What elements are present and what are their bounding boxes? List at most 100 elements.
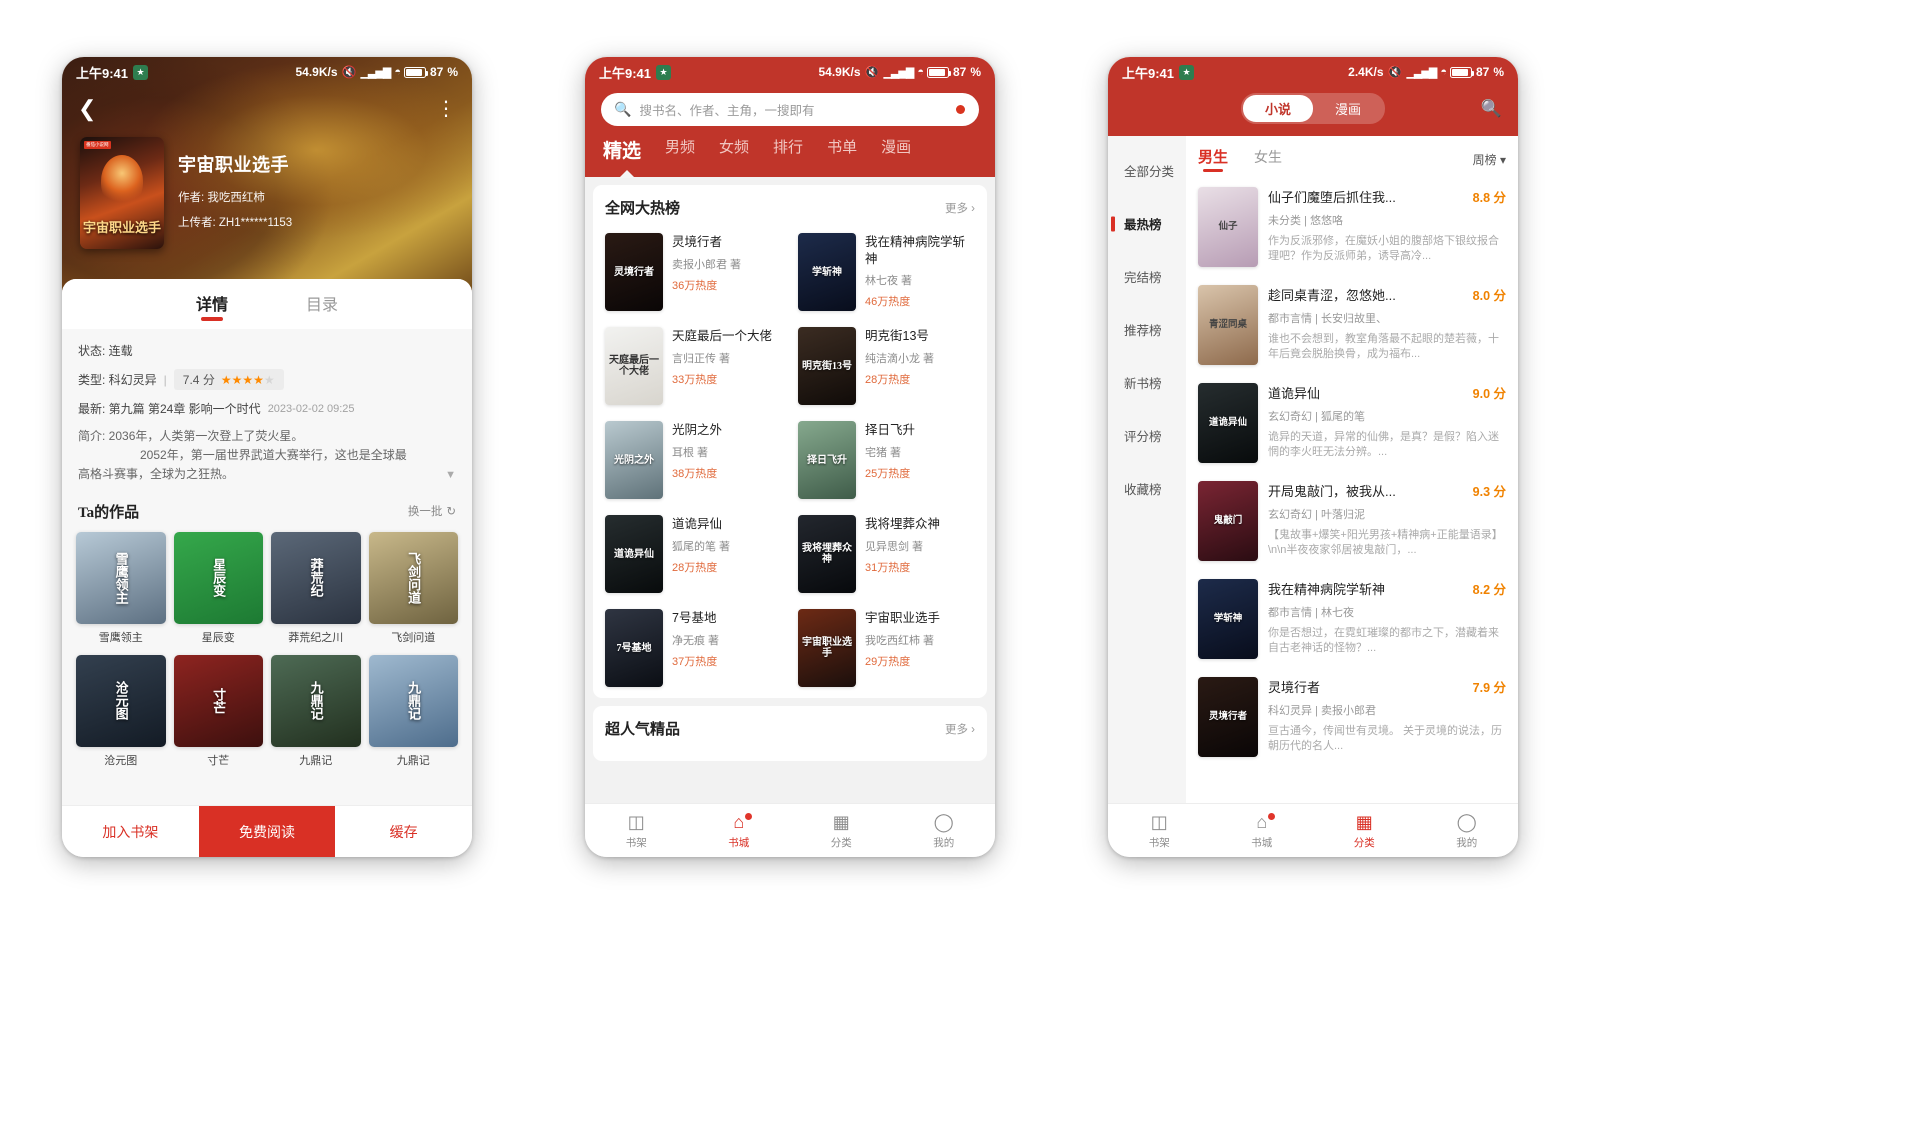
hot-book-item[interactable]: 择日飞升 择日飞升 宅猪 著 25万热度	[798, 416, 975, 504]
hot-book-item[interactable]: 我将埋葬众神 我将埋葬众神 见异思剑 著 31万热度	[798, 510, 975, 598]
work-cover[interactable]: 九鼎记	[368, 654, 458, 747]
bookstore-tab-2[interactable]: 女频	[719, 136, 749, 167]
work-item[interactable]: 沧元图 沧元图	[76, 654, 166, 768]
book-cover[interactable]: 番茄小说网 宇宙职业选手	[80, 137, 164, 249]
work-item[interactable]: 飞剑问道 飞剑问道	[368, 531, 458, 645]
work-item[interactable]: 九鼎记 九鼎记	[368, 654, 458, 768]
book-cover[interactable]: 灵境行者	[605, 233, 663, 311]
hot-book-item[interactable]: 道诡异仙 道诡异仙 狐尾的笔 著 28万热度	[605, 510, 782, 598]
hot-book-item[interactable]: 天庭最后一个大佬 天庭最后一个大佬 言归正传 著 33万热度	[605, 322, 782, 410]
book-cover[interactable]: 择日飞升	[798, 421, 856, 499]
segment-novel[interactable]: 小说	[1242, 95, 1313, 122]
book-cover[interactable]: 7号基地	[605, 609, 663, 687]
ranking-list-item[interactable]: 灵境行者 灵境行者 7.9 分科幻灵异 | 卖报小郎君 亘古通今，传闻世有灵境。 关于…	[1186, 668, 1518, 766]
tab-male[interactable]: 男生	[1198, 146, 1228, 172]
ranking-list-item[interactable]: 青涩同桌 趁同桌青涩，忽悠她... 8.0 分都市言情 | 长安归故里、 谁也不会想到…	[1186, 276, 1518, 374]
book-cover[interactable]: 仙子	[1198, 187, 1258, 267]
bookstore-tab-4[interactable]: 书单	[827, 136, 857, 167]
hot-book-item[interactable]: 灵境行者 灵境行者 卖报小郎君 著 36万热度	[605, 228, 782, 316]
work-cover[interactable]: 沧元图	[76, 654, 166, 747]
hot-book-item[interactable]: 明克街13号 明克街13号 纯洁滴小龙 著 28万热度	[798, 322, 975, 410]
tab-details[interactable]: 详情	[196, 291, 228, 321]
sidebar-item-完结榜[interactable]: 完结榜	[1108, 250, 1186, 303]
book-cover[interactable]: 明克街13号	[798, 327, 856, 405]
book-author: 狐尾的笔 著	[672, 540, 731, 553]
latest-chapter-row[interactable]: 最新: 第九篇 第24章 影响一个时代 2023-02-02 09:25	[78, 400, 456, 417]
book-cover[interactable]: 灵境行者	[1198, 677, 1258, 757]
work-item[interactable]: 莽荒纪 莽荒纪之川	[271, 531, 361, 645]
refresh-works-button[interactable]: 换一批 ↻	[408, 503, 456, 519]
sidebar-item-全部分类[interactable]: 全部分类	[1108, 144, 1186, 197]
popular-more-button[interactable]: 更多 ›	[945, 721, 975, 737]
sidebar-item-新书榜[interactable]: 新书榜	[1108, 356, 1186, 409]
bookstore-tab-1[interactable]: 男频	[665, 136, 695, 167]
work-cover[interactable]: 莽荒纪	[271, 531, 361, 624]
ranking-list-item[interactable]: 学斩神 我在精神病院学斩神 8.2 分都市言情 | 林七夜 你是否想过，在霓虹璀璨的都…	[1186, 570, 1518, 668]
work-item[interactable]: 寸芒 寸芒	[173, 654, 263, 768]
tabbar-item-书城[interactable]: ⌂ 书城	[688, 811, 791, 850]
work-cover[interactable]: 星辰变	[173, 531, 263, 624]
work-cover[interactable]: 飞剑问道	[368, 531, 458, 624]
tabbar-item-我的[interactable]: ◯ 我的	[893, 811, 996, 850]
back-icon[interactable]: ❮	[78, 98, 96, 120]
work-title: 九鼎记	[299, 754, 333, 767]
ranking-list-item[interactable]: 鬼敲门 开局鬼敲门，被我从... 9.3 分玄幻奇幻 | 叶落归泥 【鬼故事+爆笑+阳…	[1186, 472, 1518, 570]
battery-unit: %	[970, 65, 981, 79]
search-icon[interactable]: 🔍	[1481, 99, 1502, 119]
book-meta: 都市言情 | 林七夜	[1268, 607, 1354, 619]
synopsis[interactable]: 简介: 2036年，人类第一次登上了荧火星。 2052年，第一届世界武道大赛举行…	[78, 427, 456, 485]
book-cover[interactable]: 宇宙职业选手	[798, 609, 856, 687]
work-item[interactable]: 九鼎记 九鼎记	[271, 654, 361, 768]
work-cover[interactable]: 雪鹰领主	[76, 531, 166, 624]
tabbar-item-书架[interactable]: ◫ 书架	[585, 811, 688, 850]
ranking-list-item[interactable]: 仙子 仙子们魔堕后抓住我... 8.8 分未分类 | 悠悠咯 作为反派邪修，在魔妖小姐…	[1186, 178, 1518, 276]
tabbar-item-书城[interactable]: ⌂ 书城	[1211, 811, 1314, 850]
work-cover[interactable]: 九鼎记	[271, 654, 361, 747]
search-input[interactable]: 🔍 搜书名、作者、主角，一搜即有	[601, 93, 979, 126]
book-cover[interactable]: 光阴之外	[605, 421, 663, 499]
wifi-icon: ◓	[917, 66, 924, 78]
free-read-button[interactable]: 免费阅读	[198, 806, 336, 857]
cache-button[interactable]: 缓存	[335, 806, 472, 857]
work-item[interactable]: 雪鹰领主 雪鹰领主	[76, 531, 166, 645]
sidebar-item-推荐榜[interactable]: 推荐榜	[1108, 303, 1186, 356]
tab-female[interactable]: 女生	[1254, 147, 1282, 172]
hot-list-more-button[interactable]: 更多 ›	[945, 200, 975, 216]
hot-book-item[interactable]: 学斩神 我在精神病院学斩神 林七夜 著 46万热度	[798, 228, 975, 316]
hot-book-item[interactable]: 光阴之外 光阴之外 耳根 著 38万热度	[605, 416, 782, 504]
book-cover[interactable]: 道诡异仙	[605, 515, 663, 593]
sidebar-item-评分榜[interactable]: 评分榜	[1108, 409, 1186, 462]
tabbar-item-书架[interactable]: ◫ 书架	[1108, 811, 1211, 850]
period-selector[interactable]: 周榜 ▾	[1473, 151, 1506, 168]
ranking-list-item[interactable]: 道诡异仙 道诡异仙 9.0 分玄幻奇幻 | 狐尾的笔 诡异的天道，异常的仙佛，是真？是…	[1186, 374, 1518, 472]
book-cover[interactable]: 鬼敲门	[1198, 481, 1258, 561]
bookstore-tab-5[interactable]: 漫画	[881, 136, 911, 167]
book-cover[interactable]: 天庭最后一个大佬	[605, 327, 663, 405]
tabbar-item-分类[interactable]: ▦ 分类	[1313, 811, 1416, 850]
work-item[interactable]: 星辰变 星辰变	[173, 531, 263, 645]
hot-book-item[interactable]: 7号基地 7号基地 净无痕 著 37万热度	[605, 604, 782, 692]
sidebar-item-收藏榜[interactable]: 收藏榜	[1108, 462, 1186, 515]
book-description: 你是否想过，在霓虹璀璨的都市之下，潜藏着来自古老神话的怪物？...	[1268, 627, 1499, 655]
book-author: 林七夜 著	[865, 275, 913, 287]
book-cover[interactable]: 学斩神	[1198, 579, 1258, 659]
hot-book-item[interactable]: 宇宙职业选手 宇宙职业选手 我吃西红柿 著 29万热度	[798, 604, 975, 692]
bookstore-tab-3[interactable]: 排行	[773, 136, 803, 167]
bookstore-tab-0[interactable]: 精选	[603, 136, 641, 167]
book-score: 8.8 分	[1472, 191, 1506, 205]
book-cover[interactable]: 道诡异仙	[1198, 383, 1258, 463]
tabbar-item-分类[interactable]: ▦ 分类	[790, 811, 893, 850]
book-cover[interactable]: 我将埋葬众神	[798, 515, 856, 593]
book-cover[interactable]: 青涩同桌	[1198, 285, 1258, 365]
search-placeholder: 搜书名、作者、主角，一搜即有	[639, 104, 815, 118]
segment-comic[interactable]: 漫画	[1313, 95, 1383, 122]
chevron-down-icon[interactable]: ▼	[445, 467, 456, 485]
work-cover-title: 莽荒纪	[308, 558, 324, 598]
tabbar-item-我的[interactable]: ◯ 我的	[1416, 811, 1519, 850]
more-vertical-icon[interactable]: ⋮	[436, 99, 456, 119]
book-cover[interactable]: 学斩神	[798, 233, 856, 311]
add-to-shelf-button[interactable]: 加入书架	[62, 806, 199, 857]
tab-catalog[interactable]: 目录	[306, 291, 338, 321]
sidebar-item-最热榜[interactable]: 最热榜	[1108, 197, 1186, 250]
work-cover[interactable]: 寸芒	[173, 654, 263, 747]
